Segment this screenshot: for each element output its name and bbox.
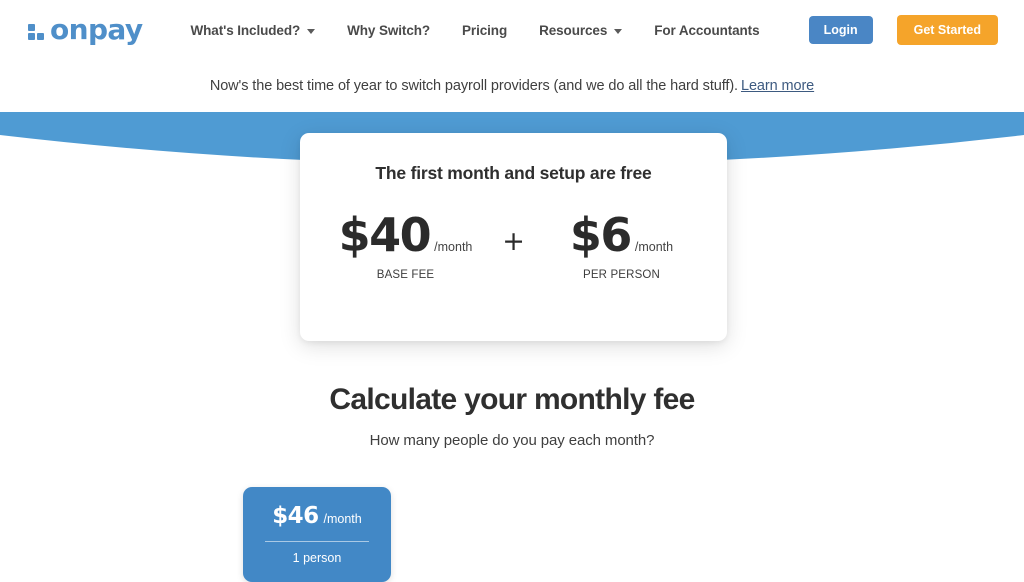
nav-item-label: What's Included?: [190, 22, 301, 38]
nav-item-label: Resources: [539, 22, 608, 38]
base-fee-amount: $40: [338, 208, 432, 262]
per-person-label: PER PERSON: [583, 269, 660, 281]
base-fee-label: BASE FEE: [376, 269, 435, 281]
calculator-result-tooltip[interactable]: $46 /month 1 person: [243, 487, 391, 582]
promo-banner-message: Now's the best time of year to switch pa…: [209, 78, 738, 94]
calculator-title: Calculate your monthly fee: [329, 383, 695, 416]
login-button[interactable]: Login: [808, 15, 873, 45]
calculator-section: Calculate your monthly fee How many peop…: [0, 382, 1024, 449]
header-actions: Login Get Started: [808, 14, 998, 46]
per-person-period: /month: [634, 240, 674, 254]
per-person-price-line: $6 /month: [547, 212, 697, 258]
base-fee-block: $40 /month BASE FEE: [331, 212, 481, 281]
learn-more-link[interactable]: Learn more: [741, 78, 814, 94]
chevron-down-icon: [614, 28, 623, 34]
tooltip-people-count: 1 person: [292, 551, 342, 565]
brand-wordmark: onpay: [50, 13, 143, 46]
price-plus-operator: +: [502, 226, 525, 257]
tooltip-amount: $46: [272, 503, 319, 529]
pricing-card-heading: The first month and setup are free: [375, 163, 652, 183]
base-fee-price-line: $40 /month: [331, 212, 481, 258]
nav-item-label: Why Switch?: [347, 22, 431, 38]
nav-item-for-accountants[interactable]: For Accountants: [638, 15, 775, 45]
per-person-block: $6 /month PER PERSON: [547, 212, 697, 281]
main-navigation: What's Included? Why Switch? Pricing Res…: [175, 15, 776, 45]
nav-item-label: For Accountants: [654, 22, 760, 38]
site-header: onpay What's Included? Why Switch? Prici…: [0, 0, 1024, 60]
nav-item-why-switch[interactable]: Why Switch?: [331, 15, 446, 45]
pricing-card: The first month and setup are free $40 /…: [300, 133, 727, 341]
nav-item-resources[interactable]: Resources: [523, 15, 638, 45]
promo-banner-text: Now's the best time of year to switch pa…: [210, 78, 814, 94]
promo-banner: Now's the best time of year to switch pa…: [0, 60, 1024, 112]
chevron-down-icon: [307, 28, 316, 34]
tooltip-price-line: $46 /month: [243, 487, 391, 528]
per-person-amount: $6: [569, 208, 633, 262]
nav-item-label: Pricing: [462, 22, 508, 38]
pricing-figures-row: $40 /month BASE FEE + $6 /month PER PERS…: [300, 212, 727, 281]
nav-item-whats-included[interactable]: What's Included?: [175, 15, 332, 45]
get-started-button[interactable]: Get Started: [896, 14, 998, 46]
tooltip-divider: [265, 541, 369, 542]
nav-item-pricing[interactable]: Pricing: [446, 15, 523, 45]
calculator-subtitle: How many people do you pay each month?: [369, 432, 655, 449]
base-fee-period: /month: [434, 240, 473, 254]
brand-logo[interactable]: onpay: [28, 16, 143, 44]
onpay-squares-icon: [28, 24, 45, 41]
tooltip-period: /month: [323, 512, 362, 526]
